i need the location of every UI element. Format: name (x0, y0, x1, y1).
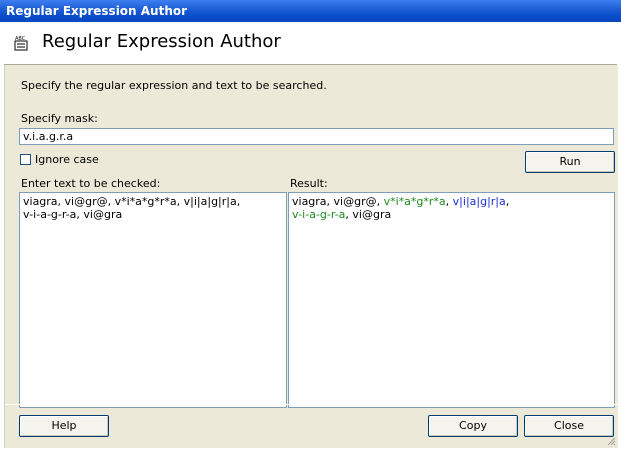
result-match: v|i|a|g|r|a (452, 195, 506, 208)
ignore-case-checkbox[interactable] (20, 154, 31, 165)
mask-input[interactable]: v.i.a.g.r.a (19, 128, 614, 145)
result-label: Result: (290, 177, 328, 190)
resize-grip-icon[interactable] (606, 436, 616, 446)
dialog-header: ABC Regular Expression Author (4, 22, 617, 65)
ignore-case-label[interactable]: Ignore case (35, 153, 99, 166)
divider (5, 404, 618, 405)
input-text-area[interactable]: viagra, vi@gr@, v*i*a*g*r*a, v|i|a|g|r|a… (19, 192, 287, 408)
result-match: v*i*a*g*r*a (383, 195, 446, 208)
dialog-heading: Regular Expression Author (42, 31, 281, 52)
result-segment: , (445, 195, 453, 208)
run-button[interactable]: Run (525, 151, 615, 173)
input-text-label: Enter text to be checked: (21, 177, 161, 190)
title-bar[interactable]: Regular Expression Author (0, 0, 621, 22)
result-segment: , vi@gra (345, 208, 392, 221)
result-segment: , (505, 195, 510, 208)
result-segment: viagra, vi@gr@, (292, 195, 384, 208)
result-text-area[interactable]: viagra, vi@gr@, v*i*a*g*r*a, v|i|a|g|r|a… (288, 192, 615, 408)
copy-button[interactable]: Copy (428, 415, 518, 437)
close-button[interactable]: Close (524, 415, 614, 437)
mask-label: Specify mask: (21, 112, 98, 125)
dialog-body: Specify the regular expression and text … (4, 65, 618, 448)
window-title: Regular Expression Author (6, 4, 188, 18)
result-match: v-i-a-g-r-a (292, 208, 346, 221)
instructions-text: Specify the regular expression and text … (21, 79, 327, 92)
abc-document-icon: ABC (14, 36, 28, 51)
regex-author-window: Regular Expression Author ABC Regular Ex… (0, 0, 621, 452)
help-button[interactable]: Help (19, 415, 109, 437)
